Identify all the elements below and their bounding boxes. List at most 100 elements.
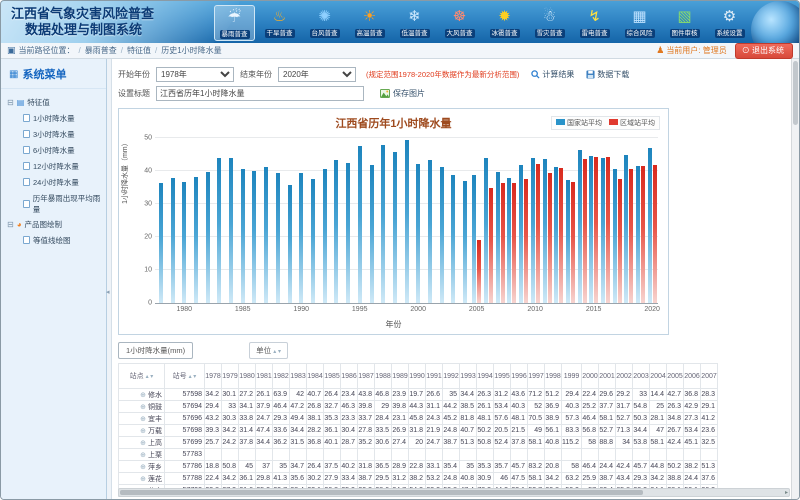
tree-item-0-1[interactable]: 3小时降水量 <box>7 126 104 142</box>
bar-regional-2006[interactable] <box>489 188 493 304</box>
column-header-year[interactable]: 2000 <box>582 364 599 389</box>
bar-regional-2010[interactable] <box>536 164 540 303</box>
bar-regional-2018[interactable] <box>629 169 633 303</box>
bar-national-1999[interactable] <box>405 140 409 303</box>
column-header-year[interactable]: 1986 <box>341 364 358 389</box>
vertical-scrollbar[interactable] <box>791 59 799 499</box>
column-header-year[interactable]: 1983 <box>290 364 307 389</box>
column-header-year[interactable]: 2002 <box>616 364 633 389</box>
station-name-cell[interactable]: ⊕万载 <box>119 425 165 437</box>
column-header-year[interactable]: 1990 <box>409 364 426 389</box>
expand-row-icon[interactable]: ⊕ <box>140 416 146 423</box>
column-header-year[interactable]: 1999 <box>562 364 582 389</box>
bar-national-2005[interactable] <box>472 175 476 303</box>
bar-national-2012[interactable] <box>554 167 558 303</box>
column-header-year[interactable]: 2006 <box>684 364 701 389</box>
bar-national-1990[interactable] <box>299 173 303 303</box>
bar-national-2014[interactable] <box>578 150 582 303</box>
sort-icons[interactable]: ▴ ▾ <box>146 374 154 380</box>
toolbar-item-1[interactable]: ♨干旱普查 <box>259 5 300 41</box>
bar-national-1994[interactable] <box>346 163 350 303</box>
unit-dropdown[interactable]: 单位 ▴ ▾ <box>249 342 288 359</box>
station-name-cell[interactable]: ⊕莲花 <box>119 473 165 485</box>
column-header-year[interactable]: 1998 <box>545 364 562 389</box>
station-name-cell[interactable]: ⊕上高 <box>119 437 165 449</box>
toolbar-item-6[interactable]: ✹冰雹普查 <box>484 5 525 41</box>
bar-national-2010[interactable] <box>531 158 535 303</box>
bar-national-2008[interactable] <box>507 178 511 303</box>
column-header-year[interactable]: 2005 <box>667 364 684 389</box>
bar-national-1980[interactable] <box>182 182 186 303</box>
logout-button[interactable]: ⊙ 退出系统 <box>735 43 793 59</box>
bar-regional-2017[interactable] <box>618 179 622 303</box>
column-header-year[interactable]: 2004 <box>650 364 667 389</box>
toolbar-item-3[interactable]: ☀高温普查 <box>349 5 390 41</box>
bar-national-2018[interactable] <box>624 155 628 304</box>
bar-national-2016[interactable] <box>601 158 605 303</box>
bar-national-1979[interactable] <box>171 178 175 303</box>
tree-group-1[interactable]: ⊟◕产品图绘制 <box>7 217 104 232</box>
station-name-cell[interactable]: ⊕萍乡 <box>119 461 165 473</box>
expand-row-icon[interactable]: ⊕ <box>140 404 146 411</box>
column-header-year[interactable]: 1993 <box>460 364 477 389</box>
chart-title-input[interactable] <box>156 86 364 101</box>
bar-national-1984[interactable] <box>229 158 233 303</box>
bar-national-2007[interactable] <box>496 172 500 303</box>
bar-regional-2007[interactable] <box>501 183 505 303</box>
bar-national-1981[interactable] <box>194 177 198 303</box>
bar-regional-2013[interactable] <box>571 182 575 303</box>
station-name-cell[interactable]: ⊕宜丰 <box>119 413 165 425</box>
end-year-select[interactable]: 2020年 <box>278 67 356 82</box>
column-header-year[interactable]: 1987 <box>358 364 375 389</box>
bar-regional-2012[interactable] <box>559 168 563 303</box>
bar-national-1985[interactable] <box>241 169 245 303</box>
column-header-year[interactable]: 1982 <box>273 364 290 389</box>
bar-regional-2005[interactable] <box>477 240 481 303</box>
bar-national-1989[interactable] <box>288 185 292 303</box>
expand-row-icon[interactable]: ⊕ <box>140 392 146 399</box>
column-header-year[interactable]: 1996 <box>511 364 528 389</box>
bar-national-1986[interactable] <box>252 171 256 303</box>
tree-item-0-5[interactable]: 历年暴雨出现平均雨量 <box>7 190 104 217</box>
column-header-year[interactable]: 1981 <box>256 364 273 389</box>
expand-row-icon[interactable]: ⊕ <box>140 428 146 435</box>
column-header-year[interactable]: 1980 <box>239 364 256 389</box>
bar-national-1997[interactable] <box>381 145 385 303</box>
sort-icons[interactable]: ▴ ▾ <box>189 374 197 380</box>
bar-regional-2016[interactable] <box>606 157 610 303</box>
bar-national-1988[interactable] <box>276 173 280 303</box>
bar-regional-2015[interactable] <box>594 157 598 303</box>
station-name-cell[interactable]: ⊕铜鼓 <box>119 401 165 413</box>
tree-group-0[interactable]: ⊟▤特征值 <box>7 95 104 110</box>
tree-item-0-4[interactable]: 24小时降水量 <box>7 174 104 190</box>
save-image-button[interactable]: 保存图片 <box>380 88 425 99</box>
bar-national-1987[interactable] <box>264 167 268 303</box>
expand-row-icon[interactable]: ⊕ <box>140 452 146 459</box>
bar-national-1983[interactable] <box>217 158 221 303</box>
calc-result-button[interactable]: 计算结果 <box>531 69 574 80</box>
unit-button[interactable]: 1小时降水量(mm) <box>118 342 193 359</box>
toolbar-item-2[interactable]: ✺台风普查 <box>304 5 345 41</box>
expand-row-icon[interactable]: ⊕ <box>140 440 146 447</box>
bar-national-2013[interactable] <box>566 180 570 303</box>
toolbar-item-0[interactable]: ☔暴雨普查 <box>214 5 255 41</box>
tree-item-0-2[interactable]: 6小时降水量 <box>7 142 104 158</box>
station-name-cell[interactable]: ⊕上栗 <box>119 449 165 461</box>
column-header-year[interactable]: 1984 <box>307 364 324 389</box>
toolbar-item-5[interactable]: ☸大风普查 <box>439 5 480 41</box>
bar-national-1996[interactable] <box>370 165 374 303</box>
bar-regional-2020[interactable] <box>653 165 657 303</box>
bar-national-2019[interactable] <box>636 166 640 303</box>
column-header-year[interactable]: 1988 <box>375 364 392 389</box>
column-header-year[interactable]: 2001 <box>599 364 616 389</box>
bar-national-2017[interactable] <box>613 169 617 303</box>
bar-national-2006[interactable] <box>484 158 488 303</box>
tree-item-0-0[interactable]: 1小时降水量 <box>7 110 104 126</box>
column-header-station[interactable]: 站点 ▴ ▾ <box>119 364 165 389</box>
station-name-cell[interactable]: ⊕修水 <box>119 389 165 401</box>
column-header-year[interactable]: 1989 <box>392 364 409 389</box>
column-header-year[interactable]: 1978 <box>205 364 222 389</box>
expand-row-icon[interactable]: ⊕ <box>140 476 146 483</box>
bar-national-2004[interactable] <box>463 181 467 303</box>
column-header-year[interactable]: 1997 <box>528 364 545 389</box>
